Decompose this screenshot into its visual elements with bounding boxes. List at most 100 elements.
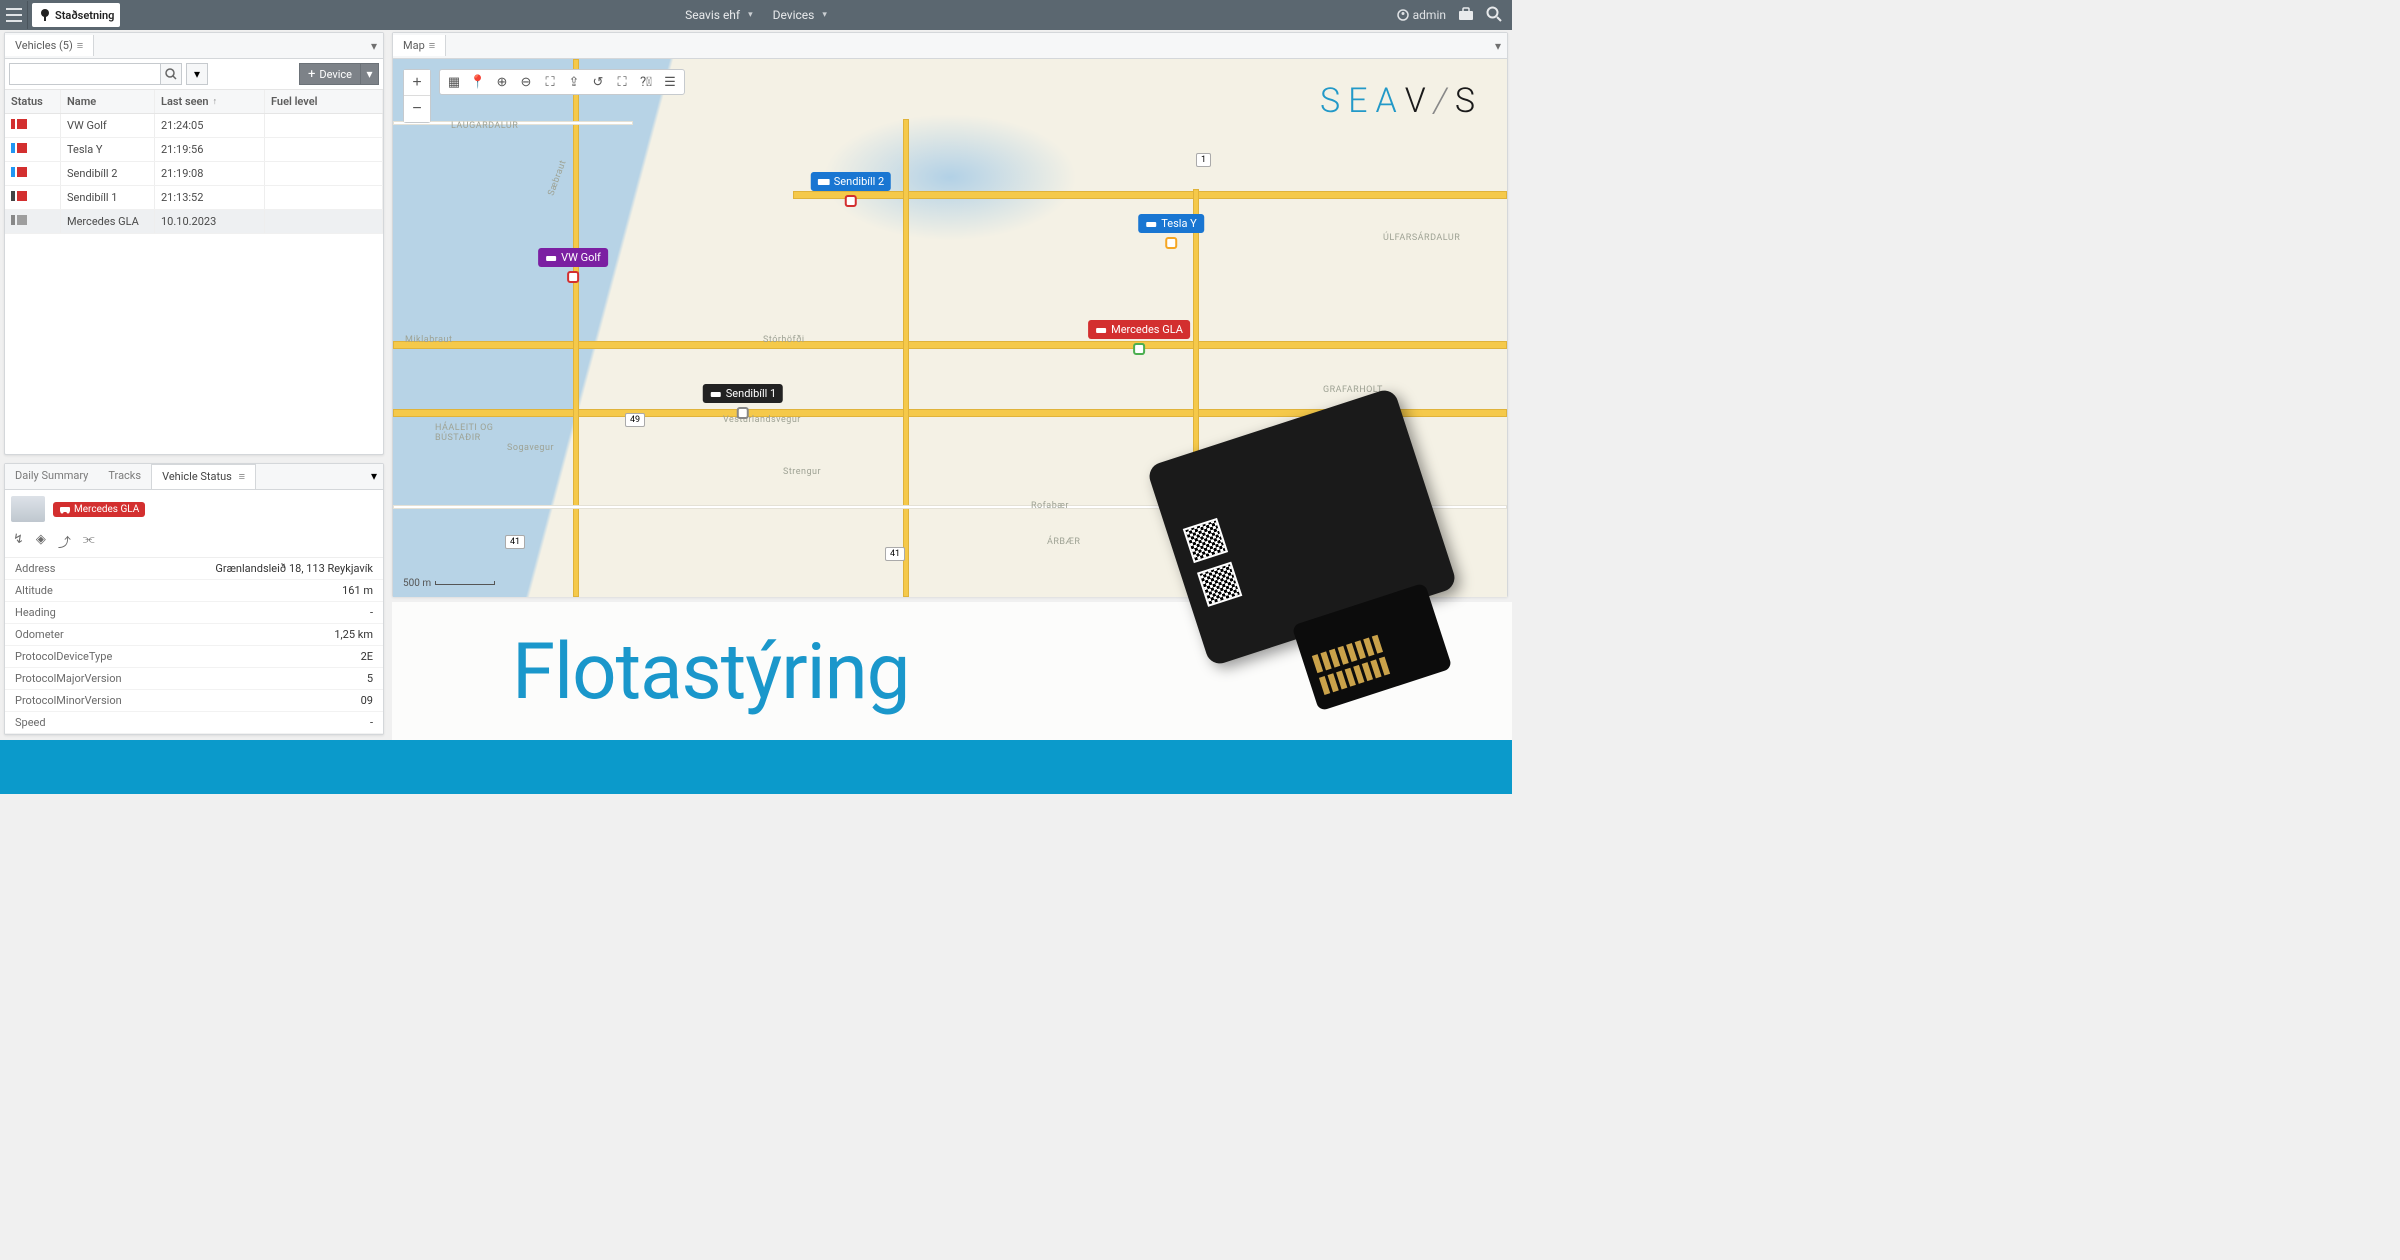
sort-asc-icon: ↑ — [213, 96, 218, 107]
detail-row: Odometer1,25 km — [5, 624, 383, 646]
logo-text: Staðsetning — [55, 9, 114, 22]
zoom-in-button[interactable]: + — [404, 70, 430, 96]
detail-panel: Daily Summary Tracks Vehicle Status ▾ Me… — [4, 463, 384, 735]
refresh-icon[interactable]: ↺ — [586, 70, 610, 94]
footer-strip — [0, 740, 1512, 794]
search-input[interactable] — [9, 63, 160, 85]
car-icon — [710, 389, 722, 399]
map-scale: 500 m — [403, 578, 495, 589]
marker-vwgolf[interactable]: VW Golf — [538, 248, 608, 283]
vehicle-badge: Mercedes GLA — [53, 502, 145, 517]
vehicles-toolbar: ▾ + Device ▾ — [5, 59, 383, 90]
zoom-out-button[interactable]: − — [404, 96, 430, 122]
collapse-icon[interactable]: ▾ — [1489, 39, 1507, 53]
road-label: Rofabær — [1031, 501, 1069, 511]
detail-row: ProtocolMajorVersion5 — [5, 668, 383, 690]
menu-icon[interactable] — [0, 1, 28, 29]
col-fuel[interactable]: Fuel level — [265, 90, 383, 113]
app-logo: Staðsetning — [32, 3, 120, 27]
table-row[interactable]: VW Golf21:24:05 — [5, 114, 383, 138]
route-badge: 41 — [885, 547, 905, 561]
search-options[interactable]: ▾ — [186, 63, 208, 85]
sidebar: Vehicles (5) ▾ ▾ + Device — [4, 32, 384, 735]
locate-icon[interactable]: ◈ — [36, 532, 46, 551]
car-icon — [1145, 219, 1157, 229]
zoom-control: + − — [403, 69, 431, 123]
nav-devices[interactable]: Devices — [773, 8, 827, 22]
marker-sendibill1[interactable]: Sendibíll 1 — [703, 384, 783, 419]
area-label: ÁRBÆR — [1047, 537, 1080, 547]
layers-icon[interactable]: ☰ — [658, 70, 682, 94]
upload-icon[interactable]: ⤴ — [58, 532, 71, 551]
vehicles-panel: Vehicles (5) ▾ ▾ + Device — [4, 32, 384, 455]
route-badge: 1 — [1196, 153, 1211, 167]
route-badge: 41 — [505, 535, 525, 549]
pin-icon[interactable]: 📍 — [466, 70, 490, 94]
van-icon — [818, 177, 830, 187]
table-row[interactable]: Sendibíll 221:19:08 — [5, 162, 383, 186]
fullscreen-icon[interactable]: ⛶ — [610, 70, 634, 94]
detail-row: AddressGrænlandsleið 18, 113 Reykjavík — [5, 558, 383, 580]
fit-icon[interactable]: ⛶ — [538, 70, 562, 94]
toolbox-icon[interactable] — [1458, 7, 1474, 24]
promo-banner: Flotastýring — [392, 602, 1512, 742]
top-right: admin — [1397, 6, 1512, 25]
road-label: Strengur — [783, 467, 821, 477]
search-button[interactable] — [160, 63, 182, 85]
table-row[interactable]: Mercedes GLA10.10.2023 — [5, 210, 383, 234]
add-device-options[interactable]: ▾ — [361, 63, 379, 85]
map-toolbar: ▦ 📍 ⊕ ⊖ ⛶ ⇪ ↺ ⛶ ?⃣ ☰ — [439, 69, 685, 95]
share-icon[interactable]: ⫘ — [83, 532, 95, 551]
menu-icon[interactable] — [429, 39, 435, 52]
col-status[interactable]: Status — [5, 90, 61, 113]
zoom-out-icon[interactable]: ⊖ — [514, 70, 538, 94]
top-nav: Seavis ehf Devices — [685, 8, 827, 22]
nav-org[interactable]: Seavis ehf — [685, 8, 753, 22]
vehicles-tab[interactable]: Vehicles (5) — [5, 35, 94, 56]
search-icon[interactable] — [1486, 6, 1502, 25]
table-row[interactable]: Sendibíll 121:13:52 — [5, 186, 383, 210]
col-name[interactable]: Name — [61, 90, 155, 113]
road-label: Stórhöfði — [763, 335, 805, 345]
zoom-in-icon[interactable]: ⊕ — [490, 70, 514, 94]
tab-daily-summary[interactable]: Daily Summary — [5, 464, 98, 489]
collapse-icon[interactable]: ▾ — [365, 464, 383, 489]
collapse-icon[interactable]: ▾ — [365, 39, 383, 53]
upload-icon[interactable]: ⇪ — [562, 70, 586, 94]
banner-title: Flotastýring — [512, 627, 909, 718]
road-label: Sogavegur — [507, 443, 554, 453]
vehicles-panel-header: Vehicles (5) ▾ — [5, 33, 383, 59]
detail-list: AddressGrænlandsleið 18, 113 ReykjavíkAl… — [5, 558, 383, 734]
user-menu[interactable]: admin — [1397, 8, 1446, 22]
table-row[interactable]: Tesla Y21:19:56 — [5, 138, 383, 162]
car-icon — [545, 253, 557, 263]
vehicles-grid-body: VW Golf21:24:05Tesla Y21:19:56Sendibíll … — [5, 114, 383, 234]
route-icon[interactable]: ↯ — [13, 532, 24, 551]
help-icon[interactable]: ?⃣ — [634, 70, 658, 94]
area-label: HÁALEITI OG BÚSTAÐIR — [435, 423, 493, 443]
map-tab[interactable]: Map — [393, 35, 446, 56]
add-device-button[interactable]: + Device — [299, 63, 361, 85]
menu-icon[interactable] — [77, 39, 83, 52]
detail-row: ProtocolDeviceType2E — [5, 646, 383, 668]
marker-sendibill2[interactable]: Sendibíll 2 — [811, 172, 891, 207]
tab-tracks[interactable]: Tracks — [98, 464, 151, 489]
detail-row: Heading- — [5, 602, 383, 624]
vehicle-thumbnail — [11, 496, 45, 522]
route-badge: 49 — [625, 413, 645, 427]
marker-teslay[interactable]: Tesla Y — [1138, 214, 1204, 249]
col-last-seen[interactable]: Last seen ↑ — [155, 90, 265, 113]
menu-icon[interactable] — [239, 470, 245, 483]
detail-tabs: Daily Summary Tracks Vehicle Status ▾ — [5, 464, 383, 490]
obd-device-image — [1132, 402, 1472, 742]
detail-row: ProtocolMinorVersion09 — [5, 690, 383, 712]
map-panel-header: Map ▾ — [393, 33, 1507, 59]
tab-vehicle-status[interactable]: Vehicle Status — [151, 464, 256, 489]
grid-icon[interactable]: ▦ — [442, 70, 466, 94]
marker-mercedes[interactable]: Mercedes GLA — [1088, 320, 1190, 355]
area-label: LAUGARDALUR — [451, 121, 518, 131]
top-bar: Staðsetning Seavis ehf Devices admin — [0, 0, 1512, 30]
detail-actions: ↯ ◈ ⤴ ⫘ — [5, 528, 383, 558]
detail-row: Speed- — [5, 712, 383, 734]
detail-row: Altitude161 m — [5, 580, 383, 602]
